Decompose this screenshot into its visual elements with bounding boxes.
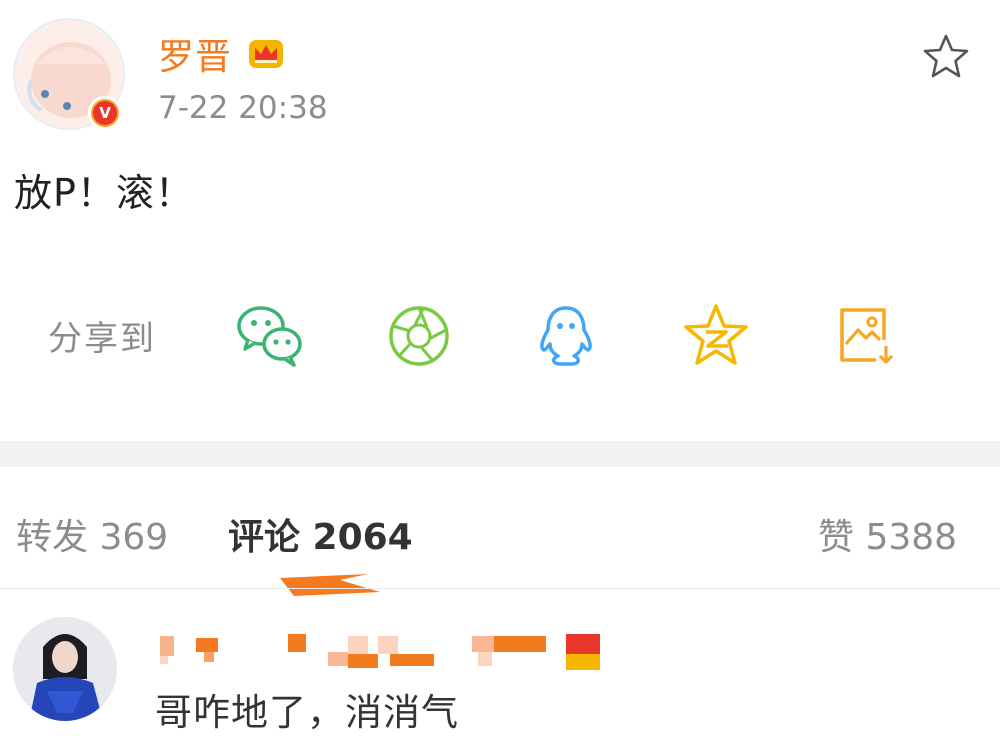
commenter-avatar[interactable] xyxy=(13,617,117,721)
qzone-icon[interactable] xyxy=(680,300,752,372)
qq-icon[interactable] xyxy=(530,300,602,372)
tab-comment[interactable]: 评论 2064 xyxy=(228,508,413,560)
section-separator xyxy=(0,441,1000,467)
save-image-icon[interactable] xyxy=(830,300,902,372)
tab-repost[interactable]: 转发 369 xyxy=(16,508,168,560)
comment-text: 哥咋地了，消消气 xyxy=(155,691,459,734)
verified-badge-icon: V xyxy=(88,96,122,130)
tab-divider xyxy=(0,588,1000,589)
commenter-name-pixelated[interactable] xyxy=(160,632,610,676)
post-text: 放P！滚！ xyxy=(14,171,194,215)
wechat-icon[interactable] xyxy=(234,300,306,372)
active-tab-indicator xyxy=(278,572,382,600)
moments-icon[interactable] xyxy=(383,300,455,372)
crown-icon xyxy=(246,34,286,74)
tab-like[interactable]: 赞 5388 xyxy=(818,508,957,560)
favorite-star-icon[interactable] xyxy=(922,33,970,83)
share-label: 分享到 xyxy=(48,319,156,359)
author-name[interactable]: 罗晋 xyxy=(158,28,232,80)
post-time: 7-22 20:38 xyxy=(158,90,328,126)
